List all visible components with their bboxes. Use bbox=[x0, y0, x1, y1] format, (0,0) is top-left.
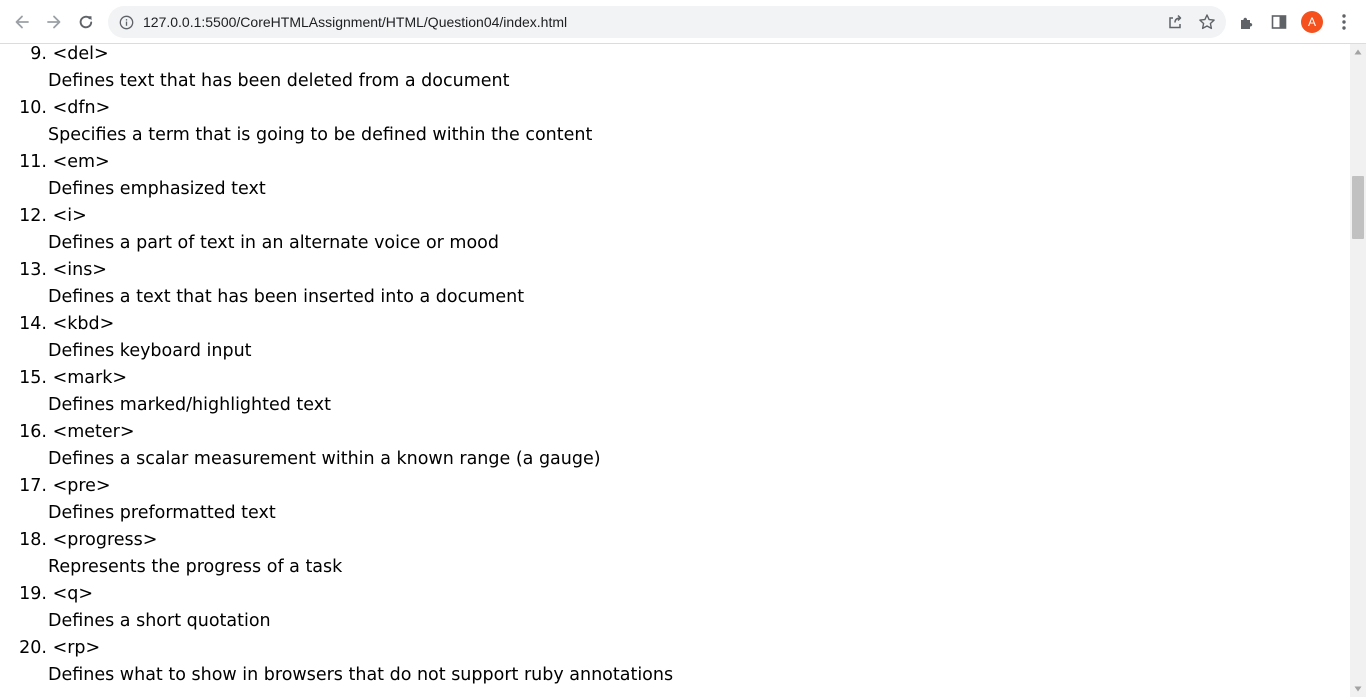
item-number: 12. bbox=[19, 206, 47, 226]
tag-name: <kbd> bbox=[52, 314, 115, 334]
extensions-icon[interactable] bbox=[1237, 12, 1257, 32]
address-bar[interactable]: 127.0.0.1:5500/CoreHTMLAssignment/HTML/Q… bbox=[108, 6, 1226, 38]
tag-term: 16. <meter> bbox=[0, 422, 135, 448]
tag-description: Defines emphasized text bbox=[48, 179, 266, 199]
item-number: 16. bbox=[19, 422, 47, 442]
tag-term: 12. <i> bbox=[0, 206, 87, 232]
tag-description: Defines a scalar measurement within a kn… bbox=[48, 449, 601, 469]
tag-description: Defines preformatted text bbox=[48, 503, 276, 523]
tag-name: <dfn> bbox=[52, 98, 111, 118]
tag-name: <q> bbox=[52, 584, 94, 604]
tag-name: <meter> bbox=[52, 422, 135, 442]
item-number: 19. bbox=[19, 584, 47, 604]
side-panel-icon[interactable] bbox=[1269, 12, 1289, 32]
tag-term: 11. <em> bbox=[0, 152, 110, 178]
url-text[interactable]: 127.0.0.1:5500/CoreHTMLAssignment/HTML/Q… bbox=[143, 14, 567, 30]
item-number: 13. bbox=[19, 260, 47, 280]
tag-description: Specifies a term that is going to be def… bbox=[48, 125, 593, 145]
tag-term: 15. <mark> bbox=[0, 368, 127, 394]
item-number: 11. bbox=[19, 152, 47, 172]
scroll-up-arrow-icon[interactable] bbox=[1350, 44, 1366, 60]
item-number: 17. bbox=[19, 476, 47, 496]
info-icon[interactable] bbox=[118, 14, 134, 30]
tag-description: Defines a short quotation bbox=[48, 611, 271, 631]
tag-name: <ins> bbox=[52, 260, 107, 280]
tag-name: <i> bbox=[52, 206, 87, 226]
back-arrow-icon[interactable] bbox=[10, 10, 34, 34]
tag-name: <pre> bbox=[52, 476, 111, 496]
item-number: 14. bbox=[19, 314, 47, 334]
forward-arrow-icon[interactable] bbox=[42, 10, 66, 34]
tag-description: Defines text that has been deleted from … bbox=[48, 71, 510, 91]
tag-term: 9. <del> bbox=[0, 44, 109, 70]
tag-term: 17. <pre> bbox=[0, 476, 111, 502]
tag-name: <rp> bbox=[52, 638, 101, 658]
tag-description: Defines keyboard input bbox=[48, 341, 252, 361]
scroll-down-arrow-icon[interactable] bbox=[1350, 681, 1366, 697]
item-number: 10. bbox=[19, 98, 47, 118]
tag-name: <del> bbox=[52, 44, 109, 64]
scrollbar-thumb[interactable] bbox=[1352, 176, 1364, 239]
kebab-menu-icon[interactable] bbox=[1334, 12, 1354, 32]
tag-name: <mark> bbox=[52, 368, 128, 388]
tag-term: 20. <rp> bbox=[0, 638, 100, 664]
page-content: 9. <del> Defines text that has been dele… bbox=[0, 44, 1350, 697]
tag-term: 18. <progress> bbox=[0, 530, 157, 556]
item-number: 20. bbox=[19, 638, 47, 658]
share-icon[interactable] bbox=[1166, 13, 1184, 31]
item-number: 15. bbox=[19, 368, 47, 388]
tag-term: 13. <ins> bbox=[0, 260, 107, 286]
vertical-scrollbar[interactable] bbox=[1350, 44, 1366, 697]
item-number: 9. bbox=[30, 44, 47, 64]
tag-name: <em> bbox=[52, 152, 110, 172]
tag-description: Defines a text that has been inserted in… bbox=[48, 287, 525, 307]
tag-term: 10. <dfn> bbox=[0, 98, 110, 124]
tag-term: 19. <q> bbox=[0, 584, 93, 610]
tag-name: <progress> bbox=[52, 530, 158, 550]
browser-toolbar: 127.0.0.1:5500/CoreHTMLAssignment/HTML/Q… bbox=[0, 0, 1366, 44]
item-number: 18. bbox=[19, 530, 47, 550]
tag-description: Represents the progress of a task bbox=[48, 557, 343, 577]
tag-description: Defines what to show in browsers that do… bbox=[48, 665, 674, 685]
tag-term: 14. <kbd> bbox=[0, 314, 114, 340]
star-icon[interactable] bbox=[1198, 13, 1216, 31]
tag-description: Defines a part of text in an alternate v… bbox=[48, 233, 499, 253]
tag-description: Defines marked/highlighted text bbox=[48, 395, 331, 415]
profile-avatar[interactable]: A bbox=[1301, 11, 1323, 33]
reload-icon[interactable] bbox=[74, 10, 98, 34]
